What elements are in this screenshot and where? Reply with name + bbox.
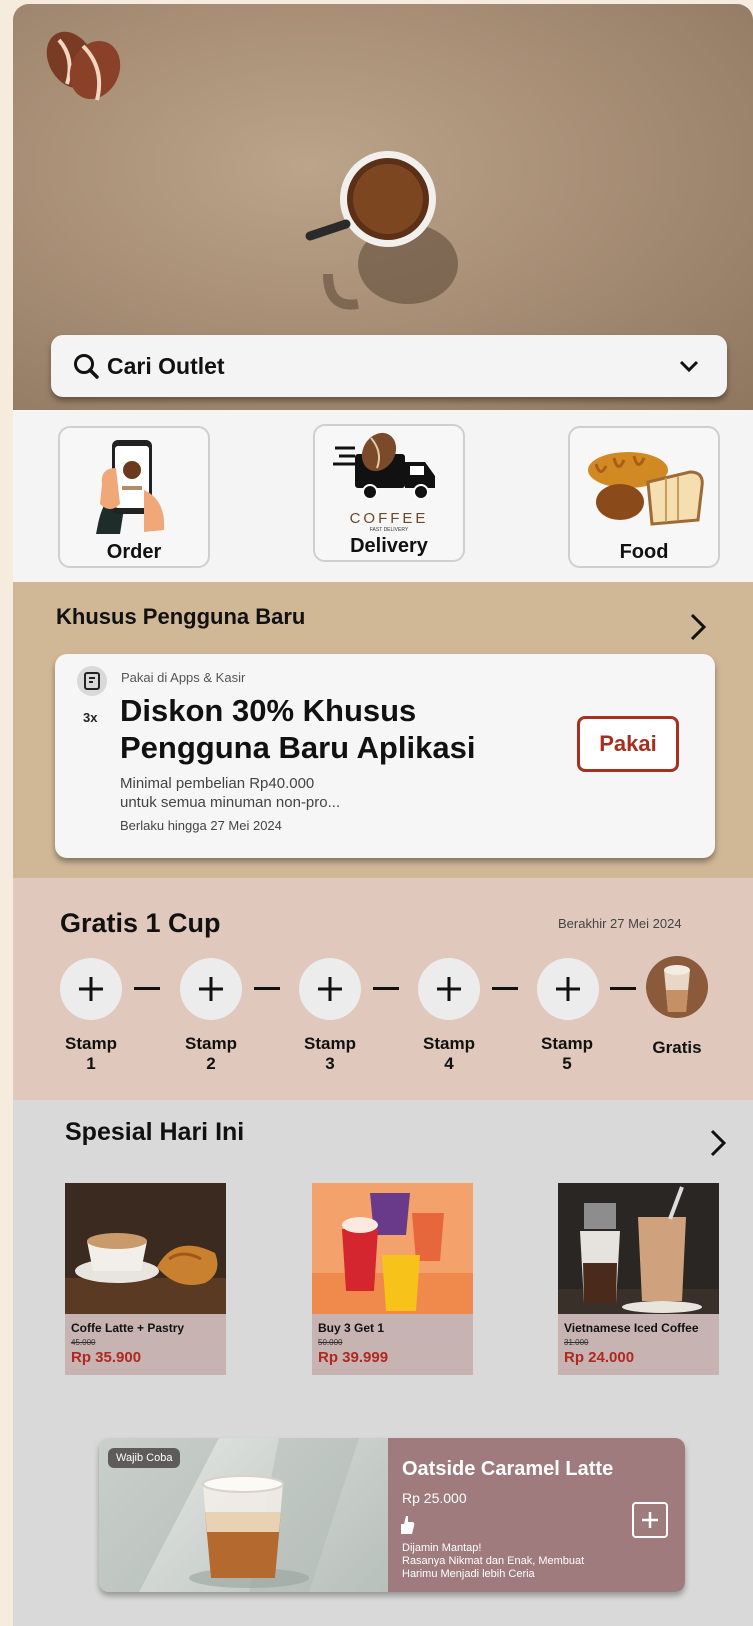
promo-usage-count: 3x [83,710,98,725]
promo-min-line1: Minimal pembelian Rp40.000 [120,775,315,792]
stamp-connector [373,987,399,990]
special-item-card[interactable]: Vietnamese Iced Coffee 31.000 Rp 24.000 [558,1183,719,1375]
stamp-card-title: Gratis 1 Cup [60,908,221,938]
stamp-slot-1[interactable] [60,958,122,1020]
add-to-cart-button[interactable] [632,1502,668,1538]
stamp-card-end-date: Berakhir 27 Mei 2024 [558,916,682,931]
search-icon [74,354,99,379]
free-cup-reward-image [646,956,708,1018]
chevron-right-icon[interactable] [689,612,707,642]
stamp-label-5: Stamp 5 [541,1034,593,1073]
stamp-label-4: Stamp 4 [423,1034,475,1073]
service-order-button[interactable]: Order [58,426,210,568]
plus-icon [556,977,580,1001]
stamp-connector [610,987,636,990]
promo-valid-until: Berlaku hingga 27 Mei 2024 [120,818,282,833]
plus-icon [199,977,223,1001]
delivery-brand-text: COFFEE [349,510,429,527]
special-item-card[interactable]: Coffe Latte + Pastry 45.000 Rp 35.900 [65,1183,226,1375]
stamp-label-2: Stamp 2 [185,1034,237,1073]
plus-icon [318,977,342,1001]
delivery-tagline: FAST DELIVERY [369,527,409,533]
plus-icon [642,1512,658,1528]
app-screen: Cari Outlet Order COFFEE FAST DELIVERY D… [13,4,753,1626]
stamp-label-3: Stamp 3 [304,1034,356,1073]
promo-section-title: Khusus Pengguna Baru [56,604,306,629]
special-item-name: Vietnamese Iced Coffee [564,1321,699,1335]
service-order-label: Order [106,541,162,563]
outlet-search-dropdown[interactable]: Cari Outlet [51,335,727,397]
use-promo-button[interactable]: Pakai [577,716,679,772]
special-item-price: Rp 39.999 [318,1349,389,1366]
hero-coffee-cup-image [305,151,458,310]
latte-pastry-image [65,1183,226,1314]
special-today-section: Spesial Hari Ini Coffe Latte + Pastry 45… [13,1100,753,1626]
promo-min-purchase: Minimal pembelian Rp40.000 untuk semua m… [120,774,420,812]
promo-headline: Diskon 30% Khusus Pengguna Baru Aplikasi [120,693,476,765]
coffee-beans-logo [46,31,121,101]
promo-min-line2: untuk semua minuman non-pro... [120,794,341,811]
service-food-button[interactable]: Food [568,426,720,568]
buy3get1-drinks-image [312,1183,473,1314]
promo-usage-location: Pakai di Apps & Kasir [121,670,246,685]
featured-title: Oatside Caramel Latte [402,1458,614,1480]
stamp-connector [492,987,518,990]
plus-icon [437,977,461,1001]
special-item-old-price: 50.000 [318,1338,343,1347]
stamp-label-1: Stamp 1 [65,1034,117,1073]
outlet-search-label: Cari Outlet [107,352,225,379]
stamp-slot-3[interactable] [299,958,361,1020]
stamp-reward-label: Gratis [652,1038,702,1057]
special-item-price: Rp 35.900 [71,1349,142,1366]
featured-description: Dijamin Mantap! Rasanya Nikmat dan Enak,… [402,1542,585,1580]
stamp-slot-4[interactable] [418,958,480,1020]
stamp-slot-5[interactable] [537,958,599,1020]
featured-info-panel: Oatside Caramel Latte Rp 25.000 Dijamin … [388,1438,685,1592]
phone-order-icon [96,440,165,534]
special-item-name: Buy 3 Get 1 [318,1321,385,1335]
special-section-title: Spesial Hari Ini [65,1118,245,1146]
service-delivery-button[interactable]: COFFEE FAST DELIVERY Delivery [313,424,465,562]
featured-product-card[interactable]: Wajib Coba Oatside Caramel Latte Rp 25.0… [99,1438,685,1592]
chevron-down-icon [679,360,699,373]
chevron-right-icon[interactable] [709,1128,727,1158]
voucher-icon [77,666,107,696]
featured-price: Rp 25.000 [402,1490,467,1506]
vietnamese-coffee-image [558,1183,719,1314]
service-delivery-label: Delivery [350,535,428,557]
stamp-slot-2[interactable] [180,958,242,1020]
special-item-old-price: 45.000 [71,1338,96,1347]
bread-icon [588,452,704,526]
delivery-truck-icon [333,432,435,500]
special-item-price: Rp 24.000 [564,1349,635,1366]
special-item-name: Coffe Latte + Pastry [71,1321,185,1335]
stamp-connector [254,987,280,990]
promo-voucher-card[interactable]: Pakai di Apps & Kasir 3x Diskon 30% Khus… [55,654,715,858]
plus-icon [79,977,103,1001]
new-user-promo-section: Khusus Pengguna Baru Pakai di Apps & Kas… [13,582,753,878]
special-item-card[interactable]: Buy 3 Get 1 50.000 Rp 39.999 [312,1183,473,1375]
stamp-connector [134,987,160,990]
service-menu: Order COFFEE FAST DELIVERY Delivery Food [13,410,753,582]
hero-banner: Cari Outlet [13,4,753,410]
service-food-label: Food [619,541,669,563]
special-item-old-price: 31.000 [564,1338,589,1347]
featured-badge: Wajib Coba [108,1448,181,1468]
thumbs-up-icon [401,1516,415,1534]
stamp-card-section: Gratis 1 Cup Berakhir 27 Mei 2024 Stamp 1… [13,878,753,1100]
